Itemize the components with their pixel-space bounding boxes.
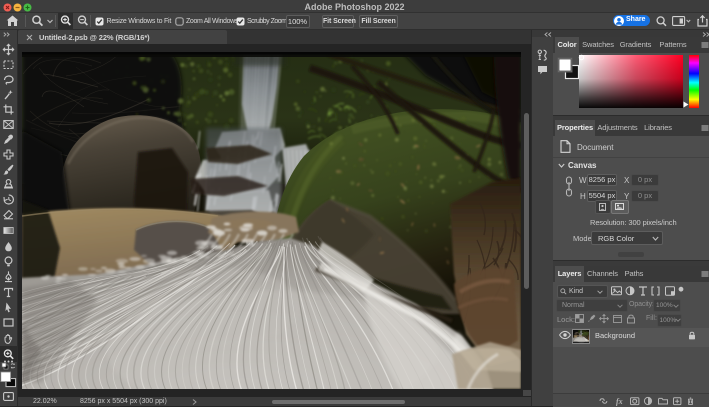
svg-text:fx: fx — [616, 397, 623, 406]
